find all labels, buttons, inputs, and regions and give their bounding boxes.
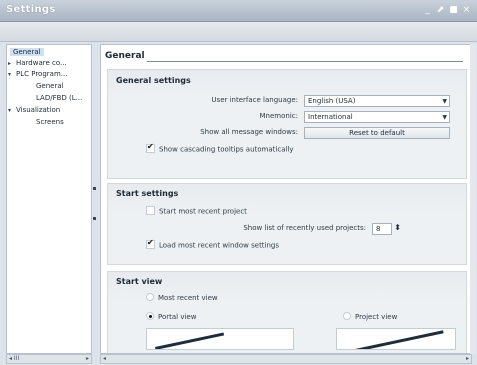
section-title: Start view xyxy=(116,277,163,286)
recent-projects-value: 8 xyxy=(376,225,381,233)
dropdown-arrow-icon[interactable]: ▼ xyxy=(442,97,447,107)
collapse-arrow-icon[interactable]: ▾ xyxy=(8,107,16,114)
scroll-left-icon[interactable]: ◂ xyxy=(103,355,106,362)
radio-unselected-icon[interactable] xyxy=(146,293,154,301)
tree-item-label: Visualization xyxy=(16,106,61,114)
project-view-radio[interactable]: Project view xyxy=(343,312,398,321)
language-label: User interface language: xyxy=(211,96,298,104)
message-windows-label: Show all message windows: xyxy=(200,128,298,136)
radio-selected-icon[interactable] xyxy=(146,312,154,320)
splitter-grip-icon xyxy=(93,217,96,220)
expand-arrow-icon[interactable]: ▸ xyxy=(8,60,16,67)
radio-label: Project view xyxy=(355,313,398,321)
checkbox-checked-icon[interactable] xyxy=(146,142,155,153)
scroll-left-icon[interactable]: ◂ III xyxy=(9,355,19,362)
panel-splitter[interactable] xyxy=(92,44,100,364)
scroll-right-icon[interactable]: ▸ xyxy=(86,355,89,362)
float-button[interactable]: ⬈ xyxy=(436,5,445,15)
checkbox-label: Start most recent project xyxy=(159,207,247,216)
recent-projects-spinner[interactable]: 8 ⬍ xyxy=(372,223,401,235)
page-title: General xyxy=(105,51,145,61)
language-value: English (USA) xyxy=(308,97,356,105)
title-bar: Settings _ ⬈ ■ × xyxy=(0,0,477,22)
splitter-grip-icon xyxy=(93,187,96,190)
window-title: Settings xyxy=(6,4,56,15)
start-view-section: Start view Most recent view Portal view … xyxy=(107,271,467,353)
preview-graphic xyxy=(155,332,225,349)
cascading-tooltips-checkbox[interactable]: Show cascading tooltips automatically xyxy=(146,142,294,154)
recent-projects-label: Show list of recently used projects: xyxy=(243,224,366,232)
portal-view-radio[interactable]: Portal view xyxy=(146,312,197,321)
mnemonic-combobox[interactable]: International ▼ xyxy=(304,111,450,123)
content-vertical-scrollbar[interactable] xyxy=(470,44,476,354)
close-button[interactable]: × xyxy=(462,5,471,15)
preview-graphic xyxy=(355,330,444,349)
settings-tree: General ▸ Hardware co... ▾ PLC Program... … xyxy=(6,44,92,354)
scroll-right-icon[interactable]: ▸ xyxy=(466,355,469,362)
reset-to-default-button[interactable]: Reset to default xyxy=(304,127,450,139)
radio-label: Portal view xyxy=(158,313,197,321)
collapse-arrow-icon[interactable]: ▾ xyxy=(8,71,16,78)
tree-horizontal-scrollbar[interactable]: ◂ III ▸ xyxy=(6,354,92,364)
tree-item-general[interactable]: General xyxy=(10,48,44,56)
spinner-arrows-icon[interactable]: ⬍ xyxy=(394,223,401,233)
tree-item-label: General xyxy=(36,82,64,90)
window-controls: _ ⬈ ■ × xyxy=(423,5,471,15)
settings-content: General General settings User interface … xyxy=(100,44,472,354)
mnemonic-label: Mnemonic: xyxy=(259,112,298,120)
tree-item-screens[interactable]: Screens xyxy=(36,118,64,126)
tree-item-plc-general[interactable]: General xyxy=(36,82,64,90)
most-recent-view-radio[interactable]: Most recent view xyxy=(146,293,218,302)
checkbox-label: Load most recent window settings xyxy=(159,241,280,250)
portal-view-preview-image xyxy=(146,328,294,350)
maximize-button[interactable]: ■ xyxy=(449,5,458,15)
settings-window: Settings _ ⬈ ■ × General ▸ Hardware co...… xyxy=(0,0,477,365)
tree-item-label: LAD/FBD (L... xyxy=(36,94,83,102)
radio-label: Most recent view xyxy=(158,294,218,302)
tree-item-label: PLC Program... xyxy=(16,70,68,78)
tree-item-label: Hardware co... xyxy=(16,59,67,67)
project-view-preview-image xyxy=(336,328,456,350)
minimize-button[interactable]: _ xyxy=(423,5,432,15)
tree-item-visualization[interactable]: ▾ Visualization xyxy=(8,106,60,114)
content-horizontal-scrollbar[interactable]: ◂ ▸ xyxy=(100,354,472,364)
mnemonic-value: International xyxy=(308,113,353,121)
start-recent-project-checkbox[interactable]: Start most recent project xyxy=(146,206,247,216)
general-settings-section: General settings User interface language… xyxy=(107,69,467,179)
tree-item-hardware[interactable]: ▸ Hardware co... xyxy=(8,59,67,67)
checkbox-checked-icon[interactable] xyxy=(146,238,155,249)
load-window-settings-checkbox[interactable]: Load most recent window settings xyxy=(146,238,280,250)
section-title: General settings xyxy=(116,76,191,85)
tree-item-label: Screens xyxy=(36,118,64,126)
tree-item-lad-fbd[interactable]: LAD/FBD (L... xyxy=(36,94,82,102)
radio-unselected-icon[interactable] xyxy=(343,312,351,320)
checkbox-label: Show cascading tooltips automatically xyxy=(159,145,294,154)
section-title: Start settings xyxy=(116,189,179,198)
checkbox-unchecked-icon[interactable] xyxy=(146,206,155,215)
dropdown-arrow-icon[interactable]: ▼ xyxy=(442,113,447,123)
toolbar-band xyxy=(0,22,477,42)
title-divider xyxy=(147,61,463,62)
tree-item-label: General xyxy=(13,48,41,56)
language-combobox[interactable]: English (USA) ▼ xyxy=(304,95,450,107)
tree-item-plc-programming[interactable]: ▾ PLC Program... xyxy=(8,70,67,78)
start-settings-section: Start settings Start most recent project… xyxy=(107,183,467,265)
